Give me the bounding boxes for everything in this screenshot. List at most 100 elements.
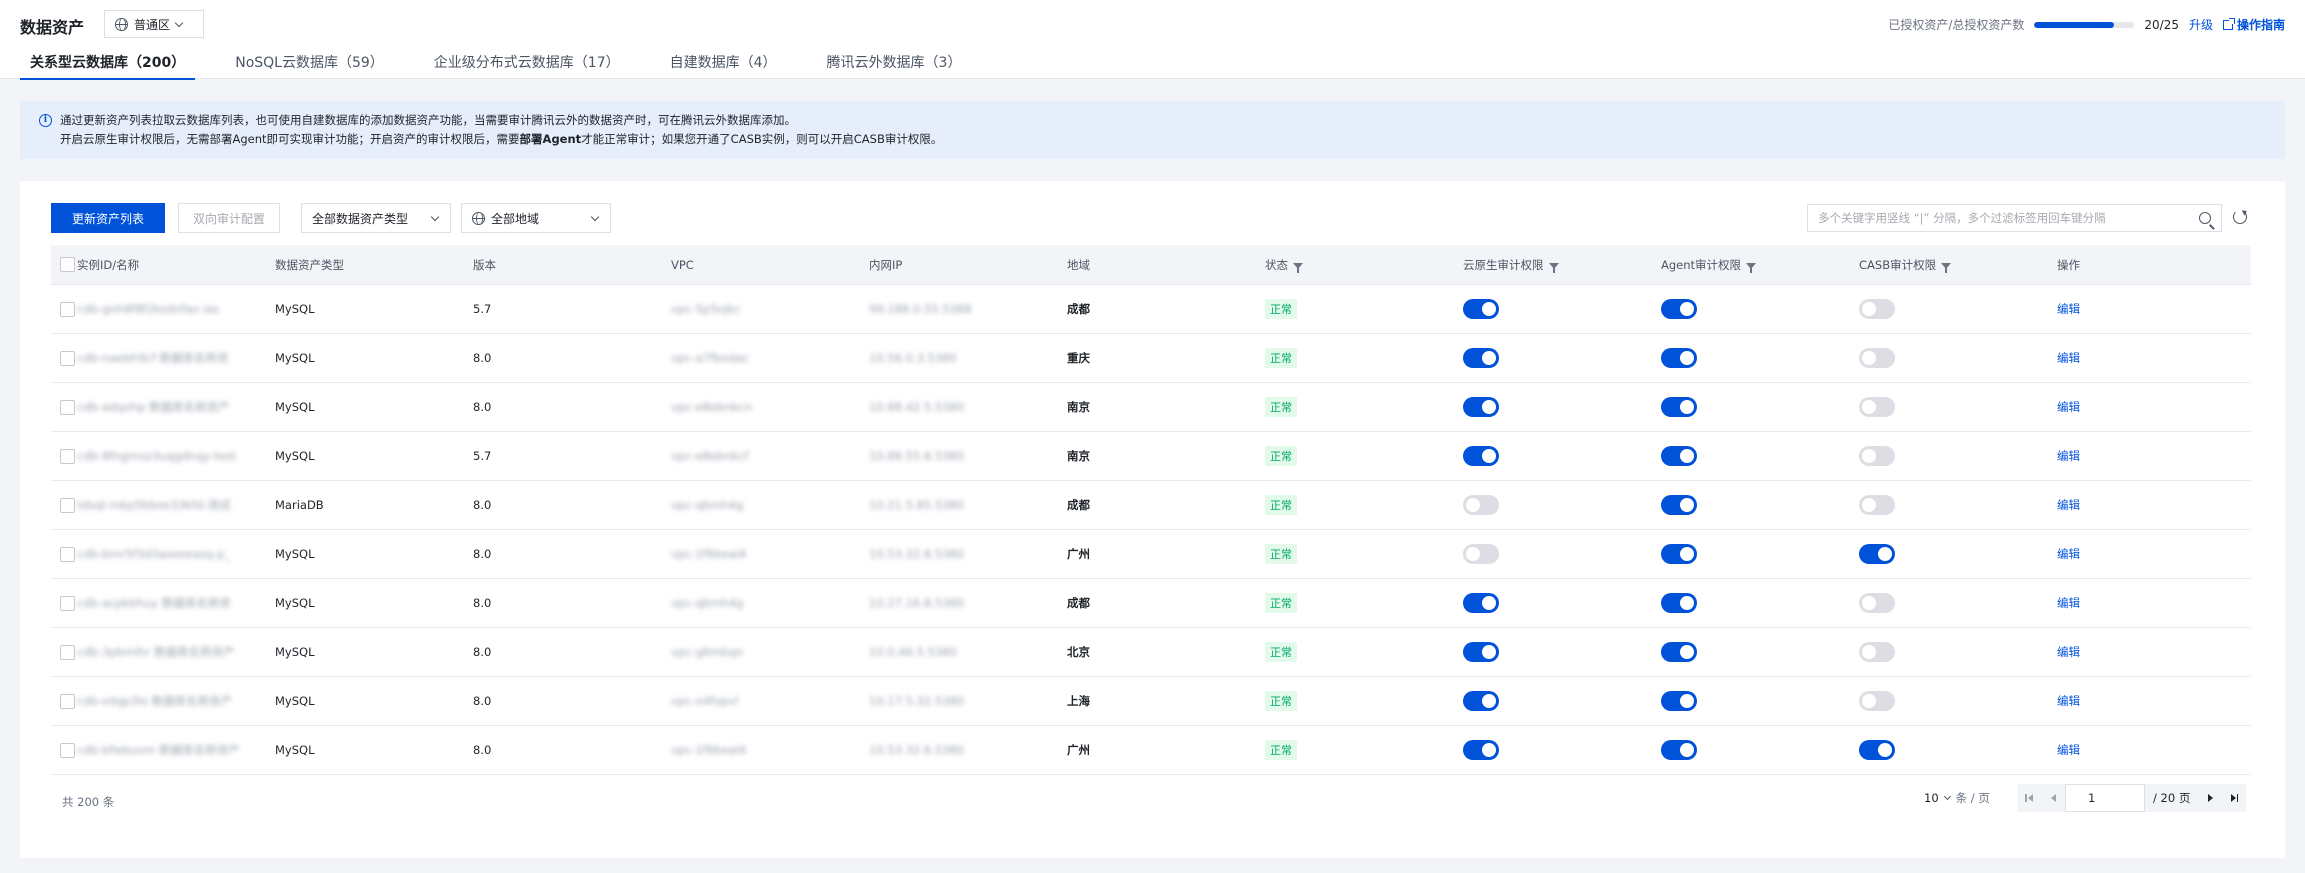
- cloud-native-audit-toggle[interactable]: [1463, 495, 1499, 515]
- filter-icon[interactable]: [1746, 262, 1757, 273]
- edit-link[interactable]: 编辑: [2057, 350, 2080, 366]
- tab-relational-db[interactable]: 关系型云数据库（200）: [20, 54, 196, 80]
- upgrade-link[interactable]: 升级: [2189, 16, 2213, 33]
- region-select[interactable]: 普通区: [104, 10, 204, 38]
- toggle-knob: [1680, 449, 1694, 463]
- agent-audit-toggle[interactable]: [1661, 593, 1697, 613]
- agent-audit-toggle[interactable]: [1661, 397, 1697, 417]
- agent-audit-toggle[interactable]: [1661, 642, 1697, 662]
- vpc-id: vpc-1f6beal4: [671, 743, 747, 757]
- refresh-icon[interactable]: [2233, 210, 2247, 224]
- row-checkbox[interactable]: [60, 399, 75, 415]
- cloud-native-audit-toggle[interactable]: [1463, 691, 1499, 711]
- search-icon[interactable]: [2199, 212, 2211, 224]
- next-page-icon: [2207, 794, 2213, 802]
- col-cloud-audit-label: 云原生审计权限: [1463, 257, 1544, 272]
- row-checkbox[interactable]: [60, 350, 75, 366]
- region-filter-select[interactable]: 全部地域: [461, 203, 611, 233]
- instance-id[interactable]: cdb-8fngmoz3uqgdnqy-test: [77, 449, 236, 463]
- tab-bar: 关系型云数据库（200） NoSQL云数据库（59） 企业级分布式云数据库（17…: [20, 54, 1001, 80]
- casb-audit-toggle[interactable]: [1859, 348, 1895, 368]
- instance-id[interactable]: cdb-acpkbhuy 数据库名称资: [77, 595, 231, 611]
- edit-link[interactable]: 编辑: [2057, 546, 2080, 562]
- cloud-native-audit-toggle[interactable]: [1463, 446, 1499, 466]
- tab-nosql-db[interactable]: NoSQL云数据库（59）: [225, 54, 394, 79]
- edit-link[interactable]: 编辑: [2057, 693, 2080, 709]
- casb-audit-toggle[interactable]: [1859, 740, 1895, 760]
- row-checkbox[interactable]: [60, 644, 75, 660]
- instance-id[interactable]: cdb-adqohp 数据库名称资产: [77, 399, 230, 415]
- cloud-native-audit-toggle[interactable]: [1463, 397, 1499, 417]
- instance-id[interactable]: tdsql-mkp5bboe33kfd-测试: [77, 497, 230, 513]
- row-checkbox[interactable]: [60, 301, 75, 317]
- casb-audit-toggle[interactable]: [1859, 691, 1895, 711]
- col-status-label: 状态: [1265, 257, 1288, 272]
- cloud-native-audit-toggle[interactable]: [1463, 299, 1499, 319]
- private-ip: 10.53.32.8.5380: [869, 547, 965, 561]
- edit-link[interactable]: 编辑: [2057, 497, 2080, 513]
- first-page-button[interactable]: [2017, 784, 2041, 812]
- guide-link[interactable]: 操作指南: [2222, 16, 2285, 33]
- agent-audit-toggle[interactable]: [1661, 544, 1697, 564]
- update-asset-list-button[interactable]: 更新资产列表: [51, 203, 165, 233]
- row-checkbox[interactable]: [60, 595, 75, 611]
- edit-link[interactable]: 编辑: [2057, 595, 2080, 611]
- instance-id[interactable]: cdb-gnh8f8f2ksdnfao ias: [77, 302, 219, 316]
- chevron-down-icon: [590, 212, 600, 221]
- instance-id[interactable]: cdb-3pbmlhr 数据库名称资产: [77, 644, 235, 660]
- casb-audit-toggle[interactable]: [1859, 397, 1895, 417]
- row-checkbox[interactable]: [60, 448, 75, 464]
- instance-id[interactable]: cdb-bmr5f3d3aseeeasq-p_: [77, 547, 230, 561]
- agent-audit-toggle[interactable]: [1661, 446, 1697, 466]
- asset-type-select[interactable]: 全部数据资产类型: [301, 203, 451, 233]
- cloud-native-audit-toggle[interactable]: [1463, 348, 1499, 368]
- agent-audit-toggle[interactable]: [1661, 299, 1697, 319]
- casb-audit-toggle[interactable]: [1859, 299, 1895, 319]
- edit-link[interactable]: 编辑: [2057, 448, 2080, 464]
- last-page-button[interactable]: [2222, 784, 2247, 812]
- casb-audit-toggle[interactable]: [1859, 446, 1895, 466]
- agent-audit-toggle[interactable]: [1661, 495, 1697, 515]
- tab-external-db[interactable]: 腾讯云外数据库（3）: [817, 54, 972, 79]
- edit-link[interactable]: 编辑: [2057, 644, 2080, 660]
- tab-distributed-db[interactable]: 企业级分布式云数据库（17）: [424, 54, 630, 79]
- page-size-select[interactable]: 10 条 / 页: [1924, 790, 1990, 806]
- agent-audit-toggle[interactable]: [1661, 740, 1697, 760]
- search-input[interactable]: [1818, 205, 2191, 231]
- casb-audit-toggle[interactable]: [1859, 593, 1895, 613]
- casb-audit-toggle[interactable]: [1859, 642, 1895, 662]
- casb-audit-toggle[interactable]: [1859, 544, 1895, 564]
- row-checkbox[interactable]: [60, 546, 75, 562]
- row-checkbox[interactable]: [60, 742, 75, 758]
- bidirectional-audit-button[interactable]: 双向审计配置: [178, 203, 280, 233]
- tab-self-built-db[interactable]: 自建数据库（4）: [660, 54, 787, 79]
- prev-page-button[interactable]: [2041, 784, 2065, 812]
- col-cloud-audit: 云原生审计权限: [1463, 257, 1661, 273]
- select-all-checkbox[interactable]: [60, 257, 75, 272]
- instance-id[interactable]: cdb-vdqp3lo 数据库名称资产: [77, 693, 232, 709]
- region: 成都: [1067, 302, 1090, 316]
- edit-link[interactable]: 编辑: [2057, 399, 2080, 415]
- edit-link[interactable]: 编辑: [2057, 742, 2080, 758]
- quota-label: 已授权资产/总授权资产数: [1888, 18, 2025, 32]
- filter-icon[interactable]: [1293, 262, 1303, 273]
- agent-audit-toggle[interactable]: [1661, 691, 1697, 711]
- casb-audit-toggle[interactable]: [1859, 495, 1895, 515]
- cloud-native-audit-toggle[interactable]: [1463, 740, 1499, 760]
- cloud-native-audit-toggle[interactable]: [1463, 544, 1499, 564]
- agent-audit-toggle[interactable]: [1661, 348, 1697, 368]
- edit-link[interactable]: 编辑: [2057, 301, 2080, 317]
- status-badge: 正常: [1265, 642, 1297, 662]
- row-checkbox[interactable]: [60, 693, 75, 709]
- filter-icon[interactable]: [1548, 262, 1559, 273]
- page-title: 数据资产: [20, 18, 85, 37]
- instance-id[interactable]: cdb-bfwbuom 数据库名称资产: [77, 742, 240, 758]
- instance-id[interactable]: cdb-naebh9cf 数据库名称资: [77, 350, 228, 366]
- row-checkbox[interactable]: [60, 497, 75, 513]
- toggle-knob: [1680, 351, 1694, 365]
- page-number-input[interactable]: 1: [2065, 784, 2145, 812]
- next-page-button[interactable]: [2198, 784, 2223, 812]
- cloud-native-audit-toggle[interactable]: [1463, 642, 1499, 662]
- filter-icon[interactable]: [1941, 262, 1952, 273]
- cloud-native-audit-toggle[interactable]: [1463, 593, 1499, 613]
